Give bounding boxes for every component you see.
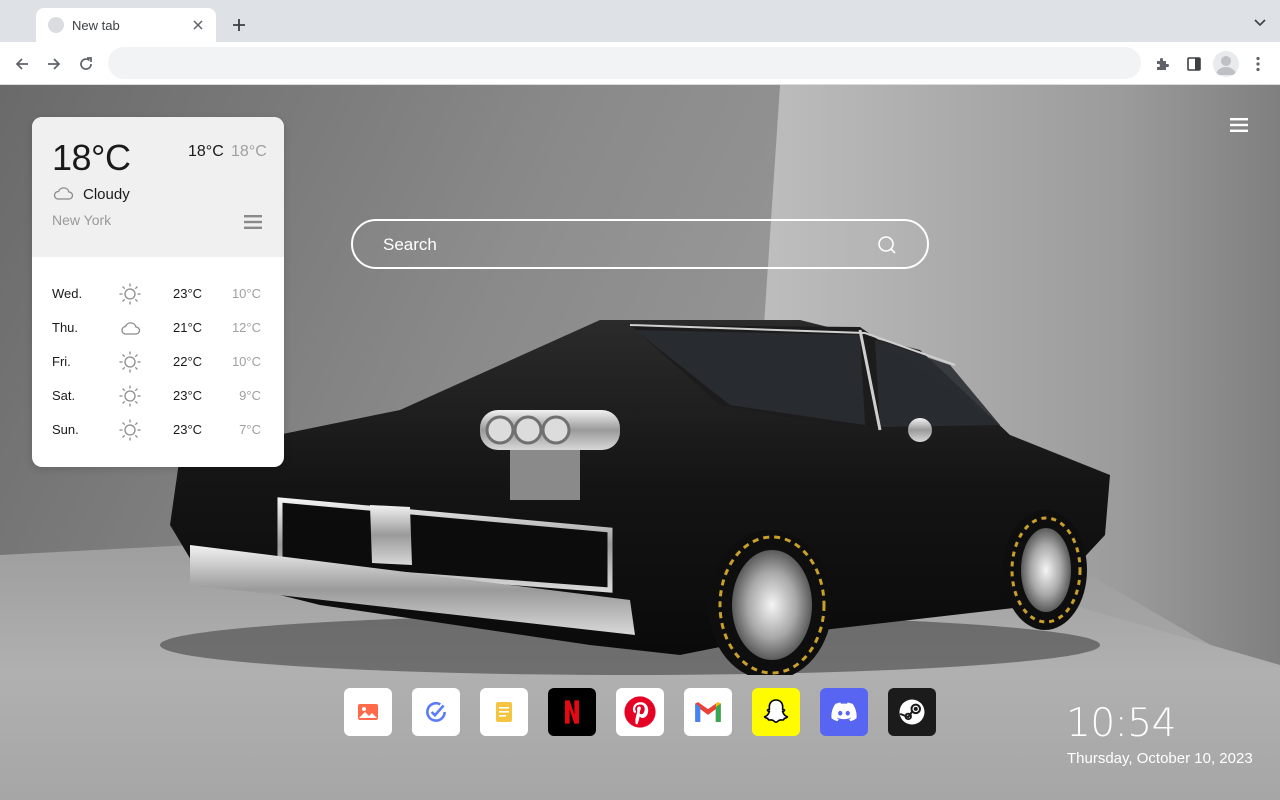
shortcut-pinterest[interactable] [616, 688, 664, 736]
shortcut-notes[interactable] [480, 688, 528, 736]
forecast-row: Thu. 21°C 12°C [32, 311, 284, 345]
plus-icon [233, 19, 245, 31]
current-temperature: 18°C [52, 137, 131, 178]
browser-toolbar [0, 42, 1280, 85]
profile-avatar[interactable] [1213, 51, 1239, 77]
forecast-high-temp: 22°C [173, 354, 203, 369]
arrow-left-icon [15, 58, 28, 70]
side-panel-button[interactable] [1182, 52, 1206, 76]
weather-city: New York [52, 212, 112, 228]
search-box[interactable] [351, 219, 929, 269]
shortcut-gmail[interactable] [684, 688, 732, 736]
new-tab-page: 18°C 18°C 18°C Cloudy New York Wed. 23°C 1… [0, 85, 1280, 800]
reload-icon [80, 57, 92, 70]
forecast-low-temp: 10°C [231, 286, 261, 301]
forecast-high-temp: 21°C [173, 320, 203, 335]
forecast-high-temp: 23°C [173, 388, 203, 403]
weather-menu-icon[interactable] [243, 214, 263, 230]
pinterest-icon [623, 695, 657, 729]
forecast-day: Wed. [52, 286, 83, 301]
weather-widget[interactable]: 18°C 18°C 18°C Cloudy New York Wed. 23°C 1… [32, 117, 284, 467]
shortcut-steam[interactable] [888, 688, 936, 736]
user-icon [1216, 56, 1236, 75]
clock-date: Thursday, October 10, 2023 [1067, 750, 1253, 767]
search-icon[interactable] [877, 235, 897, 255]
weather-forecast: Wed. 23°C 10°C Thu. 21°C 12°C Fri. 22°C 10°C Sat.… [32, 277, 284, 447]
sun-icon [118, 282, 142, 306]
clock-time: 10:54 [1066, 701, 1176, 746]
forward-button[interactable] [42, 52, 66, 76]
tab-title: New tab [72, 17, 120, 33]
forecast-high-temp: 23°C [173, 422, 203, 437]
forecast-row: Sat. 23°C 9°C [32, 379, 284, 413]
side-panel-icon [1187, 57, 1201, 71]
back-button[interactable] [10, 52, 34, 76]
current-high-temp: 18°C [188, 143, 224, 160]
tab-new-tab[interactable]: New tab [36, 8, 216, 42]
snapchat-icon [760, 696, 792, 728]
forecast-low-temp: 10°C [231, 354, 261, 369]
forecast-day: Sun. [52, 422, 79, 437]
discord-icon [829, 697, 859, 727]
cloud-icon [53, 187, 74, 200]
forecast-day: Fri. [52, 354, 71, 369]
current-low-temp: 18°C [231, 143, 267, 160]
address-input[interactable] [124, 55, 1125, 71]
shortcut-netflix[interactable] [548, 688, 596, 736]
note-icon [492, 700, 516, 724]
cloud-icon [118, 316, 142, 340]
chevron-down-icon [1254, 19, 1266, 27]
car-wallpaper-image [160, 320, 1110, 675]
steam-icon [897, 697, 927, 727]
sun-icon [118, 350, 142, 374]
tab-favicon-icon [48, 17, 64, 33]
forecast-row: Wed. 23°C 10°C [32, 277, 284, 311]
image-icon [356, 700, 380, 724]
hamburger-menu-icon[interactable] [1229, 117, 1249, 133]
weather-condition: Cloudy [83, 186, 130, 203]
check-circle-icon [423, 699, 449, 725]
new-tab-button[interactable] [228, 14, 250, 36]
forecast-low-temp: 9°C [239, 388, 261, 403]
shortcut-photos[interactable] [344, 688, 392, 736]
sun-icon [118, 384, 142, 408]
shortcut-tasks[interactable] [412, 688, 460, 736]
close-icon[interactable] [190, 17, 206, 33]
tab-search-button[interactable] [1252, 15, 1268, 31]
extensions-button[interactable] [1150, 52, 1174, 76]
forecast-high-temp: 23°C [173, 286, 203, 301]
tab-strip: New tab [0, 0, 1280, 42]
shortcuts-dock [344, 688, 936, 736]
reload-button[interactable] [74, 52, 98, 76]
forecast-row: Sun. 23°C 7°C [32, 413, 284, 447]
gmail-icon [691, 695, 725, 729]
forecast-low-temp: 7°C [239, 422, 261, 437]
forecast-day: Sat. [52, 388, 76, 403]
sun-icon [118, 418, 142, 442]
forecast-low-temp: 12°C [231, 320, 261, 335]
shortcut-snapchat[interactable] [752, 688, 800, 736]
address-bar[interactable] [108, 47, 1141, 79]
more-vert-icon [1256, 56, 1260, 72]
forecast-day: Thu. [52, 320, 79, 335]
browser-menu-button[interactable] [1246, 52, 1270, 76]
netflix-icon [558, 698, 586, 726]
forecast-row: Fri. 22°C 10°C [32, 345, 284, 379]
weather-current: 18°C 18°C 18°C Cloudy New York [32, 117, 284, 257]
search-input[interactable] [383, 233, 863, 257]
arrow-right-icon [48, 58, 61, 70]
puzzle-icon [1157, 58, 1169, 70]
shortcut-discord[interactable] [820, 688, 868, 736]
